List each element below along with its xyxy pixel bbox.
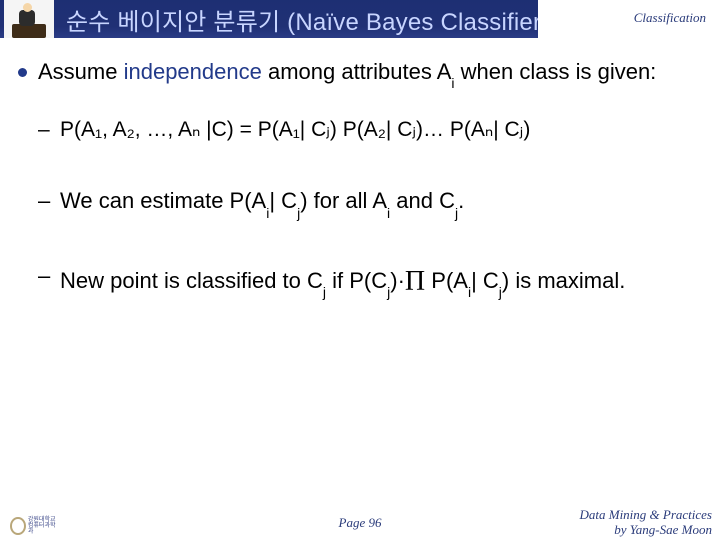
content-area: Assume independence among attributes Ai … <box>16 58 704 298</box>
sub2-j2: j <box>455 205 458 221</box>
bullet-text-pre: Assume <box>38 59 124 84</box>
title-english: (Naïve Bayes Classifier) <box>287 9 549 36</box>
credit-line-2: by Yang-Sae Moon <box>579 523 712 537</box>
sub2-i1: i <box>266 205 269 221</box>
sub3-j3: j <box>499 284 502 300</box>
sub2-mid2: ) for all A <box>300 188 387 213</box>
sub3-mid2: )· <box>390 268 405 293</box>
bullet-text-post: among attributes A <box>262 59 452 84</box>
sub-bullet-3: New point is classified to Cj if P(Cj)·Π… <box>38 262 704 298</box>
formula-text: P(A₁, A₂, …, Aₙ |C) = P(A₁| Cⱼ) P(A₂| Cⱼ… <box>60 118 530 141</box>
title-korean: 순수 베이지안 분류기 <box>66 9 280 36</box>
slide-footer: 강원대학교컴퓨터과학과 Page 96 Data Mining & Practi… <box>0 510 720 540</box>
sub2-pre: We can estimate P(A <box>60 188 266 213</box>
sub3-mid1: if P(C <box>326 268 387 293</box>
page-number: Page 96 <box>339 515 382 531</box>
sub2-i2: i <box>387 205 390 221</box>
sub3-mid3: P(A <box>425 268 468 293</box>
slide-title: 순수 베이지안 분류기 (Naïve Bayes Classifier) <box>66 2 549 37</box>
sub3-mid4: | C <box>471 268 499 293</box>
sub2-j1: j <box>297 205 300 221</box>
sub3-j2: j <box>387 284 390 300</box>
sub3-i: i <box>468 284 471 300</box>
header-person-icon <box>4 0 54 38</box>
section-label: Classification <box>634 10 706 26</box>
sub3-pre: New point is classified to C <box>60 268 323 293</box>
bullet-sub-i: i <box>451 75 454 91</box>
sub2-mid1: | C <box>269 188 297 213</box>
sub2-tail: . <box>458 188 464 213</box>
footer-logo: 강원대학교컴퓨터과학과 <box>10 516 56 536</box>
sub-bullet-1: P(A₁, A₂, …, Aₙ |C) = P(A₁| Cⱼ) P(A₂| Cⱼ… <box>38 117 704 143</box>
product-symbol: Π <box>405 266 425 297</box>
sub3-j1: j <box>323 284 326 300</box>
logo-badge-icon <box>10 517 26 535</box>
logo-text: 강원대학교컴퓨터과학과 <box>28 517 56 535</box>
main-bullet: Assume independence among attributes Ai … <box>16 58 704 89</box>
credit-line-1: Data Mining & Practices <box>579 508 712 522</box>
sub2-mid3: and C <box>390 188 455 213</box>
credits: Data Mining & Practices by Yang-Sae Moon <box>579 508 712 537</box>
sub-bullet-2: We can estimate P(Ai| Cj) for all Ai and… <box>38 187 704 218</box>
sub3-tail: ) is maximal. <box>502 268 625 293</box>
bullet-emph: independence <box>124 59 262 84</box>
bullet-tail: when class is given: <box>455 59 657 84</box>
